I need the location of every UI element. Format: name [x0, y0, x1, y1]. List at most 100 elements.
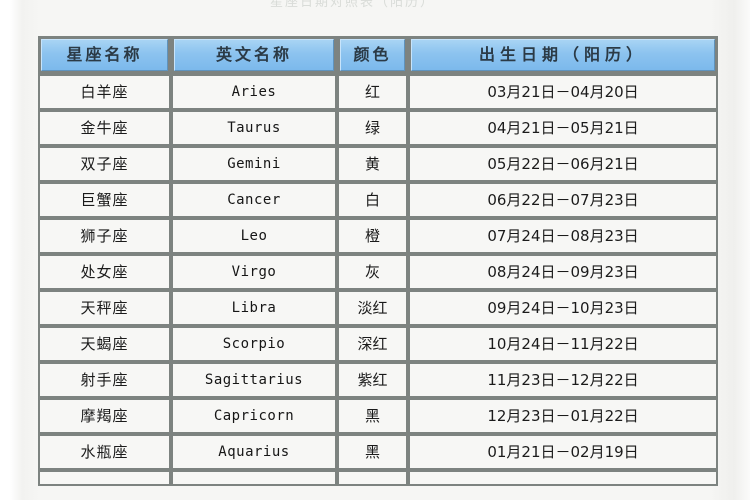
zodiac-table-container: 星座名称 英文名称 颜色 出生日期（阳历） 白羊座 Aries 红 03月21日… [38, 36, 718, 486]
cell-english-name: Sagittarius [171, 362, 337, 398]
cell-birth-date: 08月24日－09月23日 [408, 254, 718, 290]
cell-english-name: Libra [171, 290, 337, 326]
cell-zodiac-name: 巨蟹座 [38, 182, 171, 218]
cell-english-name: Gemini [171, 146, 337, 182]
color-text: 灰 [339, 256, 406, 288]
english-name-text: Aquarius [173, 436, 335, 468]
zodiac-name-text: 天秤座 [40, 292, 169, 324]
zodiac-name-text [40, 472, 169, 484]
cell-zodiac-name: 天秤座 [38, 290, 171, 326]
table-body: 白羊座 Aries 红 03月21日－04月20日 金牛座 Taurus 绿 0… [38, 74, 718, 486]
cell-color: 白 [337, 182, 408, 218]
birth-date-text: 03月21日－04月20日 [410, 76, 716, 108]
header-row: 星座名称 英文名称 颜色 出生日期（阳历） [38, 36, 718, 74]
table-row: 金牛座 Taurus 绿 04月21日－05月21日 [38, 110, 718, 146]
birth-date-text: 01月21日－02月19日 [410, 436, 716, 468]
color-text: 绿 [339, 112, 406, 144]
english-name-text: Capricorn [173, 400, 335, 432]
column-header-birth-date-label: 出生日期（阳历） [411, 39, 715, 71]
birth-date-text: 11月23日－12月22日 [410, 364, 716, 396]
cell-zodiac-name: 水瓶座 [38, 434, 171, 470]
column-header-zodiac-name: 星座名称 [38, 36, 171, 74]
cell-color: 黑 [337, 434, 408, 470]
english-name-text: Virgo [173, 256, 335, 288]
cell-english-name [171, 470, 337, 486]
table-row: 射手座 Sagittarius 紫红 11月23日－12月22日 [38, 362, 718, 398]
table-row: 狮子座 Leo 橙 07月24日－08月23日 [38, 218, 718, 254]
zodiac-name-text: 天蝎座 [40, 328, 169, 360]
table-row: 水瓶座 Aquarius 黑 01月21日－02月19日 [38, 434, 718, 470]
english-name-text: Cancer [173, 184, 335, 216]
birth-date-text [410, 472, 716, 484]
color-text: 黑 [339, 400, 406, 432]
zodiac-name-text: 双子座 [40, 148, 169, 180]
cell-birth-date: 05月22日－06月21日 [408, 146, 718, 182]
cell-birth-date: 07月24日－08月23日 [408, 218, 718, 254]
color-text [339, 472, 406, 484]
zodiac-name-text: 摩羯座 [40, 400, 169, 432]
birth-date-text: 10月24日－11月22日 [410, 328, 716, 360]
birth-date-text: 06月22日－07月23日 [410, 184, 716, 216]
cell-color: 红 [337, 74, 408, 110]
cell-english-name: Aries [171, 74, 337, 110]
english-name-text: Aries [173, 76, 335, 108]
english-name-text: Scorpio [173, 328, 335, 360]
color-text: 黑 [339, 436, 406, 468]
cell-english-name: Capricorn [171, 398, 337, 434]
zodiac-name-text: 水瓶座 [40, 436, 169, 468]
column-header-color: 颜色 [337, 36, 408, 74]
clipped-title-strip: 星座日期对照表（阳历） [0, 0, 750, 14]
cell-english-name: Leo [171, 218, 337, 254]
birth-date-text: 07月24日－08月23日 [410, 220, 716, 252]
cell-english-name: Scorpio [171, 326, 337, 362]
column-header-english-name-label: 英文名称 [174, 39, 334, 71]
cell-zodiac-name: 天蝎座 [38, 326, 171, 362]
cell-birth-date: 04月21日－05月21日 [408, 110, 718, 146]
zodiac-name-text: 白羊座 [40, 76, 169, 108]
color-text: 黄 [339, 148, 406, 180]
cell-zodiac-name: 白羊座 [38, 74, 171, 110]
cell-color: 黄 [337, 146, 408, 182]
birth-date-text: 08月24日－09月23日 [410, 256, 716, 288]
cell-color: 黑 [337, 398, 408, 434]
english-name-text: Taurus [173, 112, 335, 144]
english-name-text: Libra [173, 292, 335, 324]
zodiac-name-text: 巨蟹座 [40, 184, 169, 216]
english-name-text: Gemini [173, 148, 335, 180]
zodiac-name-text: 狮子座 [40, 220, 169, 252]
cell-zodiac-name: 金牛座 [38, 110, 171, 146]
zodiac-table: 星座名称 英文名称 颜色 出生日期（阳历） 白羊座 Aries 红 03月21日… [38, 36, 718, 486]
cell-color: 淡红 [337, 290, 408, 326]
column-header-zodiac-name-label: 星座名称 [41, 39, 168, 71]
cell-color: 深红 [337, 326, 408, 362]
cell-color: 灰 [337, 254, 408, 290]
cell-zodiac-name: 摩羯座 [38, 398, 171, 434]
color-text: 紫红 [339, 364, 406, 396]
column-header-english-name: 英文名称 [171, 36, 337, 74]
color-text: 淡红 [339, 292, 406, 324]
cell-color: 紫红 [337, 362, 408, 398]
zodiac-name-text: 金牛座 [40, 112, 169, 144]
color-text: 红 [339, 76, 406, 108]
cell-color: 橙 [337, 218, 408, 254]
table-header: 星座名称 英文名称 颜色 出生日期（阳历） [38, 36, 718, 74]
birth-date-text: 12月23日－01月22日 [410, 400, 716, 432]
cell-zodiac-name: 射手座 [38, 362, 171, 398]
table-row: 双子座 Gemini 黄 05月22日－06月21日 [38, 146, 718, 182]
cell-english-name: Cancer [171, 182, 337, 218]
english-name-text: Sagittarius [173, 364, 335, 396]
english-name-text: Leo [173, 220, 335, 252]
table-row: 处女座 Virgo 灰 08月24日－09月23日 [38, 254, 718, 290]
birth-date-text: 09月24日－10月23日 [410, 292, 716, 324]
cell-zodiac-name: 处女座 [38, 254, 171, 290]
cell-zodiac-name: 双子座 [38, 146, 171, 182]
cell-birth-date: 11月23日－12月22日 [408, 362, 718, 398]
birth-date-text: 04月21日－05月21日 [410, 112, 716, 144]
cell-zodiac-name [38, 470, 171, 486]
table-row: 摩羯座 Capricorn 黑 12月23日－01月22日 [38, 398, 718, 434]
color-text: 橙 [339, 220, 406, 252]
cell-color: 绿 [337, 110, 408, 146]
table-row: 白羊座 Aries 红 03月21日－04月20日 [38, 74, 718, 110]
clipped-title-text: 星座日期对照表（阳历） [270, 0, 436, 10]
table-row-clipped [38, 470, 718, 486]
